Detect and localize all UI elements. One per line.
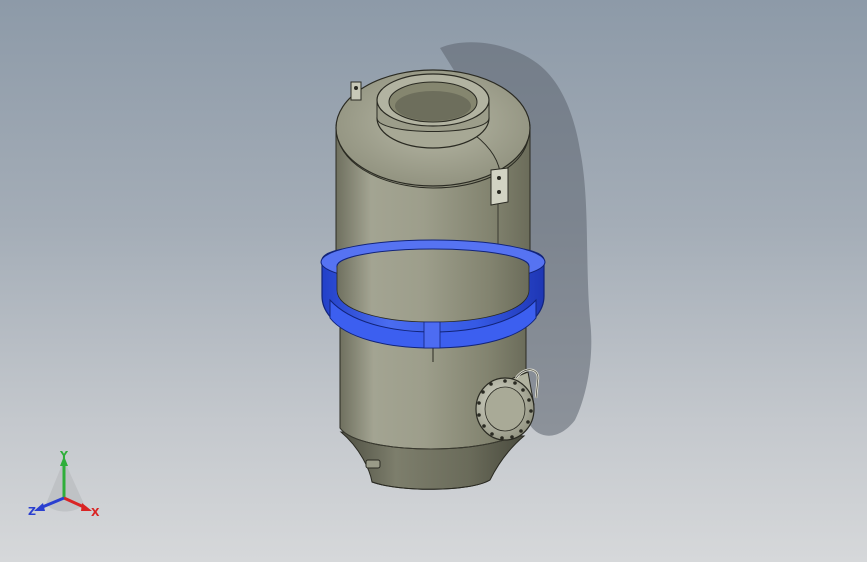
drain-nozzle: [365, 459, 381, 469]
model-viewport[interactable]: Y X Z: [0, 0, 867, 562]
lifting-lug-right: [490, 167, 509, 206]
triad-z-label: Z: [28, 505, 36, 518]
lifting-lug-left: [350, 81, 362, 101]
triad-x-label: X: [91, 506, 100, 519]
triad-y-label: Y: [59, 449, 69, 462]
orientation-triad: Y X Z: [28, 449, 100, 519]
vessel-model[interactable]: [0, 0, 867, 562]
